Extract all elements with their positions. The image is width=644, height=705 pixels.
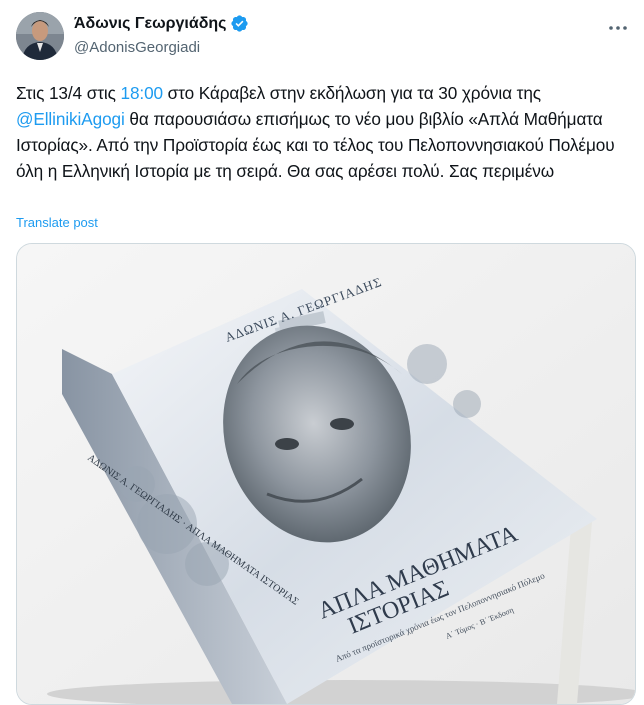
author-handle[interactable]: @AdonisGeorgiadi xyxy=(74,39,249,56)
author-display-name[interactable]: Άδωνις Γεωργιάδης xyxy=(74,15,226,33)
time-link[interactable]: 18:00 xyxy=(120,83,163,103)
mention-link[interactable]: @EllinikiAgogi xyxy=(16,109,125,129)
tweet-text: Στις 13/4 στις 18:00 στο Κάραβελ στην εκ… xyxy=(16,80,636,184)
verified-badge-icon[interactable] xyxy=(230,14,249,33)
tweet-text-part: στο Κάραβελ στην εκδήλωση για τα 30 χρόν… xyxy=(163,83,541,103)
translate-post-link[interactable]: Translate post xyxy=(16,215,98,230)
avatar-photo xyxy=(16,12,64,60)
avatar[interactable] xyxy=(16,12,64,60)
author-info: Άδωνις Γεωργιάδης @AdonisGeorgiadi xyxy=(74,14,249,56)
tweet-text-part: Στις 13/4 στις xyxy=(16,83,121,103)
book-cover-image: ΑΔΩΝΙΣ Α. ΓΕΩΡΓΙΑΔΗΣ ΑΔΩΝΙΣ Α. ΓΕΩΡΓΙΑΔΗ… xyxy=(17,244,635,704)
more-options-icon[interactable] xyxy=(606,16,630,40)
tweet-media-image[interactable]: ΑΔΩΝΙΣ Α. ΓΕΩΡΓΙΑΔΗΣ ΑΔΩΝΙΣ Α. ΓΕΩΡΓΙΑΔΗ… xyxy=(16,243,636,705)
